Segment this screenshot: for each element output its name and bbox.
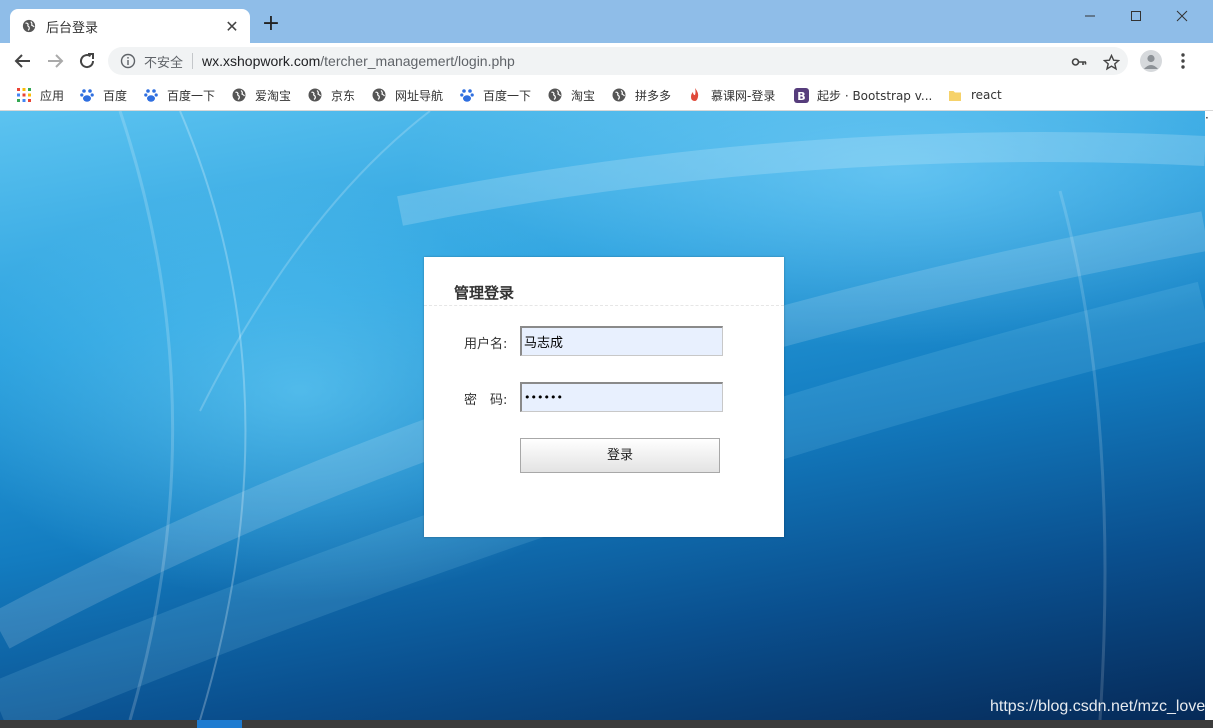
bookmark-baidu-yixia-2[interactable]: 百度一下: [459, 85, 531, 105]
profile-avatar-icon[interactable]: [1140, 50, 1162, 72]
bookmark-label: react: [971, 88, 1002, 102]
bookmark-taobao[interactable]: 淘宝: [547, 85, 595, 105]
bookmark-label: 拼多多: [635, 88, 672, 103]
forward-arrow-icon: [48, 54, 64, 68]
bookmark-apps[interactable]: 应用: [16, 85, 64, 105]
url-path: /tercher_managemert/login.php: [320, 53, 515, 69]
forward-button[interactable]: [44, 50, 66, 72]
url-host: wx.xshopwork.com: [202, 53, 321, 69]
url-text[interactable]: wx.xshopwork.com/tercher_managemert/logi…: [202, 53, 515, 69]
taskbar-active-indicator: [197, 720, 242, 728]
back-arrow-icon: [14, 54, 30, 68]
login-panel: 管理登录 用户名: 密 码: •••••• 登录: [424, 257, 784, 537]
close-icon: [1176, 10, 1188, 22]
bookmark-label: 应用: [40, 88, 65, 103]
baidu-paw-icon: [79, 87, 95, 103]
maximize-button[interactable]: [1113, 2, 1159, 30]
bookmark-baidu-yixia[interactable]: 百度一下: [143, 85, 215, 105]
star-icon: [1102, 53, 1120, 70]
key-icon: [1071, 58, 1087, 66]
password-label: 密 码:: [464, 393, 508, 408]
globe-icon: [371, 87, 387, 103]
watermark-text: https://blog.csdn.net/mzc_love: [990, 698, 1206, 715]
username-label: 用户名:: [464, 337, 508, 352]
minimize-icon: [1085, 15, 1095, 17]
bookmark-ai-taobao[interactable]: 爱淘宝: [231, 85, 291, 105]
bookmark-label: 慕课网-登录: [711, 88, 776, 103]
minimize-button[interactable]: [1067, 2, 1113, 30]
apps-grid-icon: [16, 87, 32, 103]
login-button[interactable]: 登录: [520, 438, 720, 473]
new-tab-button[interactable]: +: [260, 13, 282, 35]
security-label[interactable]: 不安全: [144, 52, 183, 71]
bookmark-label: 百度一下: [483, 88, 532, 103]
bookmark-label: 京东: [331, 88, 356, 103]
globe-icon: [611, 87, 627, 103]
address-bar[interactable]: 不安全 wx.xshopwork.com/tercher_managemert/…: [108, 47, 1128, 75]
browser-toolbar: 不安全 wx.xshopwork.com/tercher_managemert/…: [0, 43, 1213, 79]
globe-icon: [22, 19, 36, 33]
reload-icon: [80, 53, 95, 69]
bookmark-label: 网址导航: [395, 88, 444, 103]
bookmark-label: 百度一下: [167, 88, 216, 103]
bookmark-imooc[interactable]: 慕课网-登录: [687, 85, 775, 105]
bootstrap-icon: B: [793, 87, 809, 103]
title-divider: [424, 305, 784, 306]
back-button[interactable]: [12, 50, 34, 72]
tab-title: 后台登录: [46, 20, 99, 36]
folder-icon: [947, 87, 963, 103]
bookmark-url-nav[interactable]: 网址导航: [371, 85, 443, 105]
globe-icon: [231, 87, 247, 103]
password-input[interactable]: ••••••: [520, 382, 723, 412]
reload-button[interactable]: [76, 50, 98, 72]
tab-close-icon[interactable]: ✕: [224, 17, 240, 36]
bookmark-pinduoduo[interactable]: 拼多多: [611, 85, 671, 105]
more-menu-icon[interactable]: [1176, 51, 1190, 71]
adjacent-window-edge: ·: [1205, 111, 1213, 720]
login-title: 管理登录: [454, 284, 515, 302]
svg-text:B: B: [797, 90, 805, 103]
globe-icon: [547, 87, 563, 103]
flame-icon: [687, 87, 703, 103]
bookmark-label: 淘宝: [571, 88, 596, 103]
globe-icon: [307, 87, 323, 103]
saved-password-button[interactable]: [1070, 53, 1088, 71]
omnibox-divider: [192, 53, 194, 69]
baidu-paw-icon: [143, 87, 159, 103]
username-input[interactable]: [520, 326, 723, 356]
baidu-paw-icon: [459, 87, 475, 103]
bookmark-folder-react[interactable]: react: [947, 85, 1002, 105]
info-icon[interactable]: [120, 53, 136, 69]
browser-tab[interactable]: 后台登录 ✕: [10, 9, 250, 43]
maximize-icon: [1131, 11, 1141, 21]
bookmark-label: 爱淘宝: [255, 88, 292, 103]
bookmark-label: 起步 · Bootstrap v...: [817, 88, 933, 103]
bookmark-star-button[interactable]: [1102, 53, 1120, 71]
browser-titlebar: 后台登录 ✕ +: [0, 0, 1213, 43]
bookmark-jd[interactable]: 京东: [307, 85, 355, 105]
taskbar-edge: [0, 720, 1213, 728]
bookmark-bootstrap[interactable]: B 起步 · Bootstrap v...: [793, 85, 932, 105]
bookmark-baidu[interactable]: 百度: [79, 85, 127, 105]
bookmark-label: 百度: [103, 88, 128, 103]
close-window-button[interactable]: [1159, 2, 1205, 30]
bookmarks-bar: 应用 百度 百度一下 爱淘宝 京东 网址导航 百度一下 淘宝 拼多多 慕课网-登…: [0, 79, 1213, 111]
